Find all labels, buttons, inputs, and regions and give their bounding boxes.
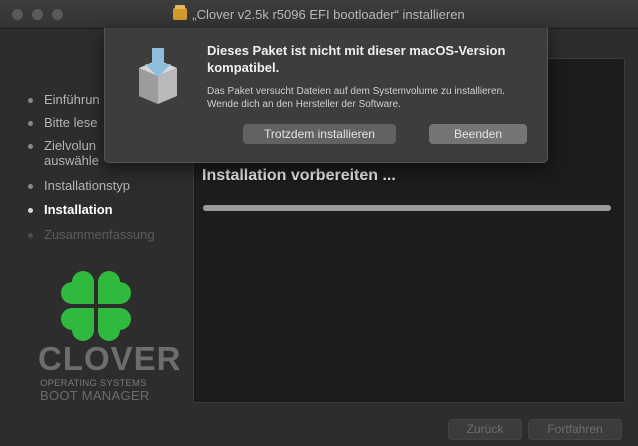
- step-label: Installationstyp: [44, 178, 130, 193]
- clover-logo-icon: [61, 271, 131, 341]
- step-label: Installation: [44, 202, 113, 217]
- incompatible-package-dialog: Dieses Paket ist nicht mit dieser macOS-…: [104, 28, 548, 163]
- step-label-line2: auswähle: [44, 153, 99, 168]
- package-icon: [173, 5, 188, 20]
- step-label-line1: Zielvolun: [44, 138, 97, 153]
- step-bullet-icon: [28, 98, 33, 103]
- step-label: Zusammenfassung: [44, 227, 155, 242]
- window-title: „Clover v2.5k r5096 EFI bootloader“ inst…: [192, 6, 465, 22]
- step-label: Zielvolun auswähle: [44, 138, 99, 168]
- window-title-area: „Clover v2.5k r5096 EFI bootloader“ inst…: [0, 0, 638, 28]
- step-bullet-icon: [28, 121, 33, 126]
- quit-button[interactable]: Beenden: [429, 124, 527, 144]
- progress-bar-fill: [203, 205, 611, 211]
- content-heading: Installation vorbereiten ...: [202, 167, 396, 184]
- continue-button[interactable]: Fortfahren: [528, 419, 622, 440]
- installer-package-icon: [139, 48, 177, 104]
- step-label: Einführun: [44, 92, 100, 107]
- step-bullet-icon: [28, 144, 33, 149]
- step-bullet-icon: [28, 184, 33, 189]
- step-bullet-icon: [28, 233, 33, 238]
- dialog-title: Dieses Paket ist nicht mit dieser macOS-…: [207, 43, 506, 75]
- back-button[interactable]: Zurück: [448, 419, 522, 440]
- title-bar: „Clover v2.5k r5096 EFI bootloader“ inst…: [0, 0, 638, 29]
- step-bullet-icon: [28, 208, 33, 213]
- step-label: Bitte lese: [44, 115, 98, 130]
- install-anyway-button[interactable]: Trotzdem installieren: [243, 124, 396, 144]
- progress-bar: [203, 205, 611, 211]
- brand-tagline-2: BOOT MANAGER: [40, 388, 150, 403]
- installer-window: „Clover v2.5k r5096 EFI bootloader“ inst…: [0, 0, 638, 446]
- brand-name: CLOVER: [38, 340, 182, 377]
- dialog-message: Das Paket versucht Dateien auf dem Syste…: [207, 86, 505, 110]
